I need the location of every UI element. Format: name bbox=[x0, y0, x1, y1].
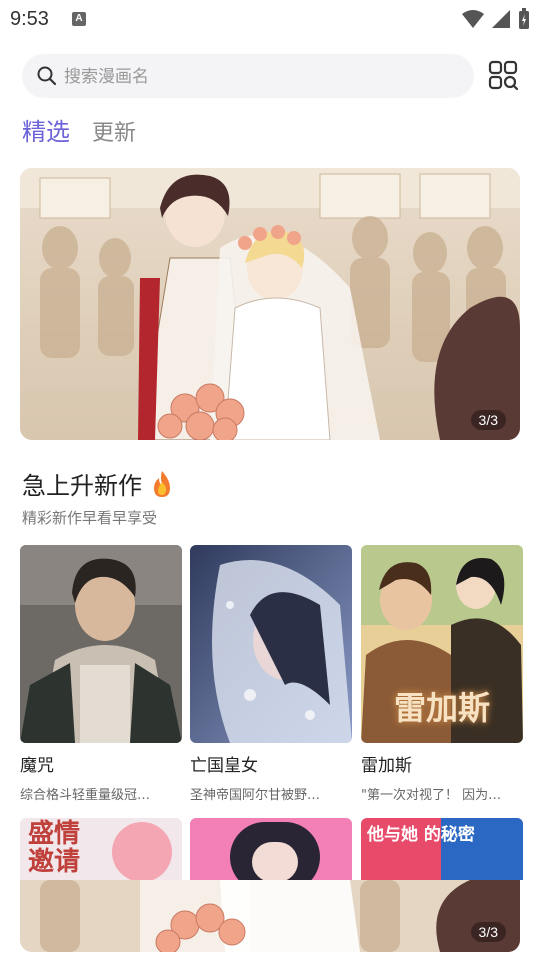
tab-updates[interactable]: 更新 bbox=[92, 115, 136, 147]
mini-banner-page-counter: 3/3 bbox=[470, 922, 506, 942]
comic-cover bbox=[20, 545, 182, 743]
status-bar: 9:53 A bbox=[0, 0, 540, 40]
comic-cover: 雷加斯 bbox=[361, 545, 523, 743]
comic-card[interactable]: 魔咒 综合格斗轻重量级冠… bbox=[20, 545, 182, 803]
search-input[interactable] bbox=[62, 54, 466, 100]
status-time: 9:53 bbox=[10, 8, 49, 30]
cover-face bbox=[252, 842, 298, 880]
comic-cover bbox=[190, 545, 352, 743]
cover-figure bbox=[112, 822, 172, 880]
fire-icon bbox=[153, 471, 170, 497]
banner-illustration bbox=[20, 168, 520, 440]
comic-description: 圣神帝国阿尔甘被野… bbox=[190, 788, 321, 803]
section-title: 急上升新作 bbox=[22, 466, 174, 501]
search-bar[interactable] bbox=[22, 54, 474, 100]
featured-banner[interactable]: 3/3 bbox=[20, 168, 520, 440]
comic-card[interactable]: 亡国皇女 圣神帝国阿尔甘被野… bbox=[190, 545, 352, 803]
category-grid-icon[interactable] bbox=[486, 58, 520, 92]
system-icons bbox=[462, 8, 530, 30]
floating-banner[interactable]: 3/3 bbox=[20, 880, 520, 952]
cover-logo-text: 盛情 邀请 bbox=[28, 819, 81, 877]
section-title-text: 急上升新作 bbox=[22, 472, 142, 500]
banner-page-counter: 3/3 bbox=[470, 410, 506, 430]
comic-description: "第一次对视了！ 因为… bbox=[361, 788, 502, 803]
signal-icon bbox=[492, 10, 510, 28]
comic-card[interactable]: 雷加斯 雷加斯 "第一次对视了！ 因为… bbox=[361, 545, 523, 803]
battery-icon bbox=[519, 8, 529, 29]
comic-title: 雷加斯 bbox=[361, 756, 412, 776]
comic-cover-partial[interactable]: 他与她 的秘密 bbox=[361, 818, 523, 880]
comic-title: 魔咒 bbox=[20, 756, 54, 776]
wifi-icon bbox=[462, 10, 484, 28]
cover-logo-text: 他与她 的秘密 bbox=[367, 825, 475, 845]
comic-title: 亡国皇女 bbox=[190, 756, 258, 776]
comic-description: 综合格斗轻重量级冠… bbox=[20, 788, 151, 803]
cover-logo-text: 雷加斯 bbox=[393, 689, 490, 727]
section-subtitle: 精彩新作早看早享受 bbox=[22, 509, 158, 527]
search-icon bbox=[37, 66, 57, 86]
tab-bar: 精选 更新 bbox=[22, 112, 136, 147]
notification-a-icon: A bbox=[72, 12, 86, 26]
tab-featured[interactable]: 精选 bbox=[22, 112, 70, 147]
mini-banner-illustration bbox=[20, 880, 520, 952]
comic-cover-partial[interactable] bbox=[190, 818, 352, 880]
comic-cover-partial[interactable]: 盛情 邀请 bbox=[20, 818, 182, 880]
